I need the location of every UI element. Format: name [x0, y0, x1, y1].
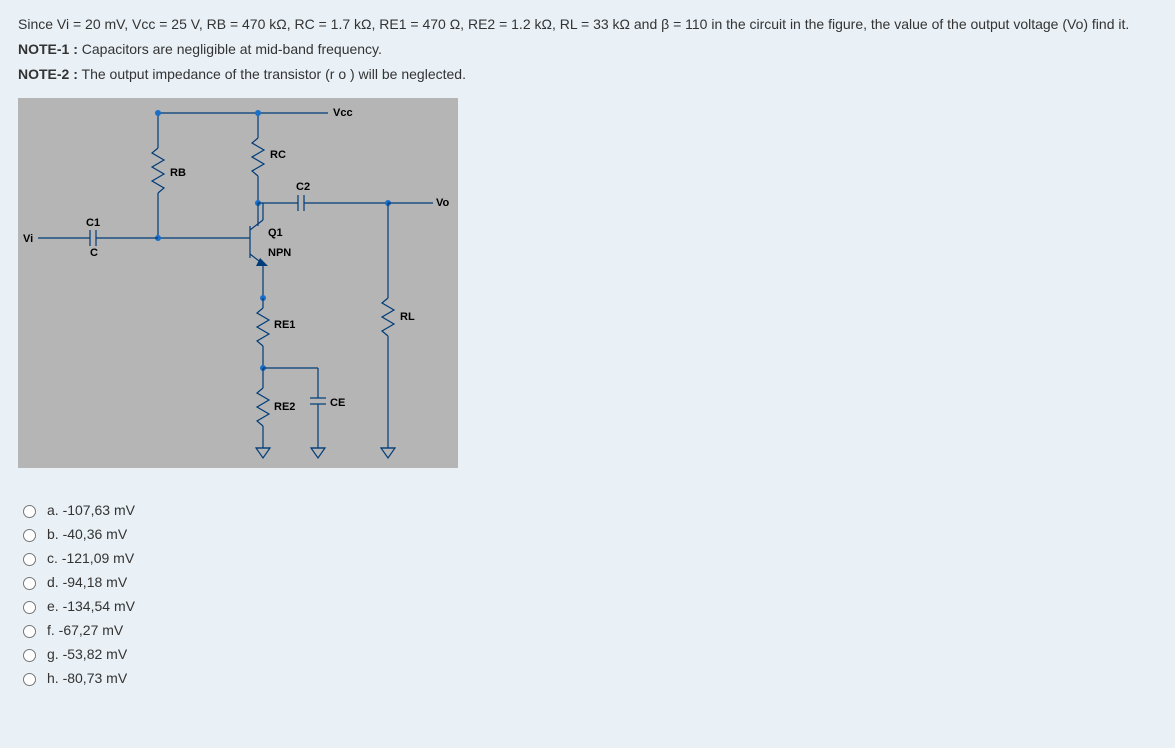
label-q1: Q1: [268, 227, 283, 239]
option-b-label: b. -40,36 mV: [47, 526, 127, 542]
label-vo: Vo: [436, 197, 450, 209]
label-vi: Vi: [23, 233, 33, 245]
note1-label: NOTE-1 :: [18, 41, 78, 57]
option-f-label: f. -67,27 mV: [47, 622, 123, 638]
label-npn: NPN: [268, 247, 291, 259]
question-block: Since Vi = 20 mV, Vcc = 25 V, RB = 470 k…: [18, 12, 1157, 88]
label-re1: RE1: [274, 319, 295, 331]
radio-a[interactable]: [23, 505, 36, 518]
option-a[interactable]: a. -107,63 mV: [18, 498, 1157, 522]
label-vcc: Vcc: [333, 107, 353, 119]
option-d-label: d. -94,18 mV: [47, 574, 127, 590]
option-h[interactable]: h. -80,73 mV: [18, 666, 1157, 690]
radio-h[interactable]: [23, 673, 36, 686]
label-c2: C2: [296, 181, 310, 193]
radio-b[interactable]: [23, 529, 36, 542]
label-c: C: [90, 247, 98, 259]
radio-e[interactable]: [23, 601, 36, 614]
option-b[interactable]: b. -40,36 mV: [18, 522, 1157, 546]
option-c-label: c. -121,09 mV: [47, 550, 134, 566]
label-rl: RL: [400, 311, 415, 323]
note1-text: Capacitors are negligible at mid-band fr…: [78, 41, 382, 57]
option-c[interactable]: c. -121,09 mV: [18, 546, 1157, 570]
label-ce: CE: [330, 397, 345, 409]
circuit-diagram: Vcc RB RC C2 Vo Q1 NPN Vi C1 C RE1: [18, 98, 458, 468]
option-g-label: g. -53,82 mV: [47, 646, 127, 662]
note2-text: The output impedance of the transistor (…: [78, 66, 466, 82]
label-rc: RC: [270, 149, 286, 161]
option-f[interactable]: f. -67,27 mV: [18, 618, 1157, 642]
option-a-label: a. -107,63 mV: [47, 502, 135, 518]
label-rb: RB: [170, 167, 186, 179]
note2-label: NOTE-2 :: [18, 66, 78, 82]
question-line1: Since Vi = 20 mV, Vcc = 25 V, RB = 470 k…: [18, 12, 1157, 37]
answer-options: a. -107,63 mV b. -40,36 mV c. -121,09 mV…: [18, 498, 1157, 690]
option-e-label: e. -134,54 mV: [47, 598, 135, 614]
option-d[interactable]: d. -94,18 mV: [18, 570, 1157, 594]
label-c1: C1: [86, 217, 100, 229]
radio-g[interactable]: [23, 649, 36, 662]
option-e[interactable]: e. -134,54 mV: [18, 594, 1157, 618]
radio-f[interactable]: [23, 625, 36, 638]
option-g[interactable]: g. -53,82 mV: [18, 642, 1157, 666]
label-re2: RE2: [274, 401, 295, 413]
radio-d[interactable]: [23, 577, 36, 590]
radio-c[interactable]: [23, 553, 36, 566]
option-h-label: h. -80,73 mV: [47, 670, 127, 686]
